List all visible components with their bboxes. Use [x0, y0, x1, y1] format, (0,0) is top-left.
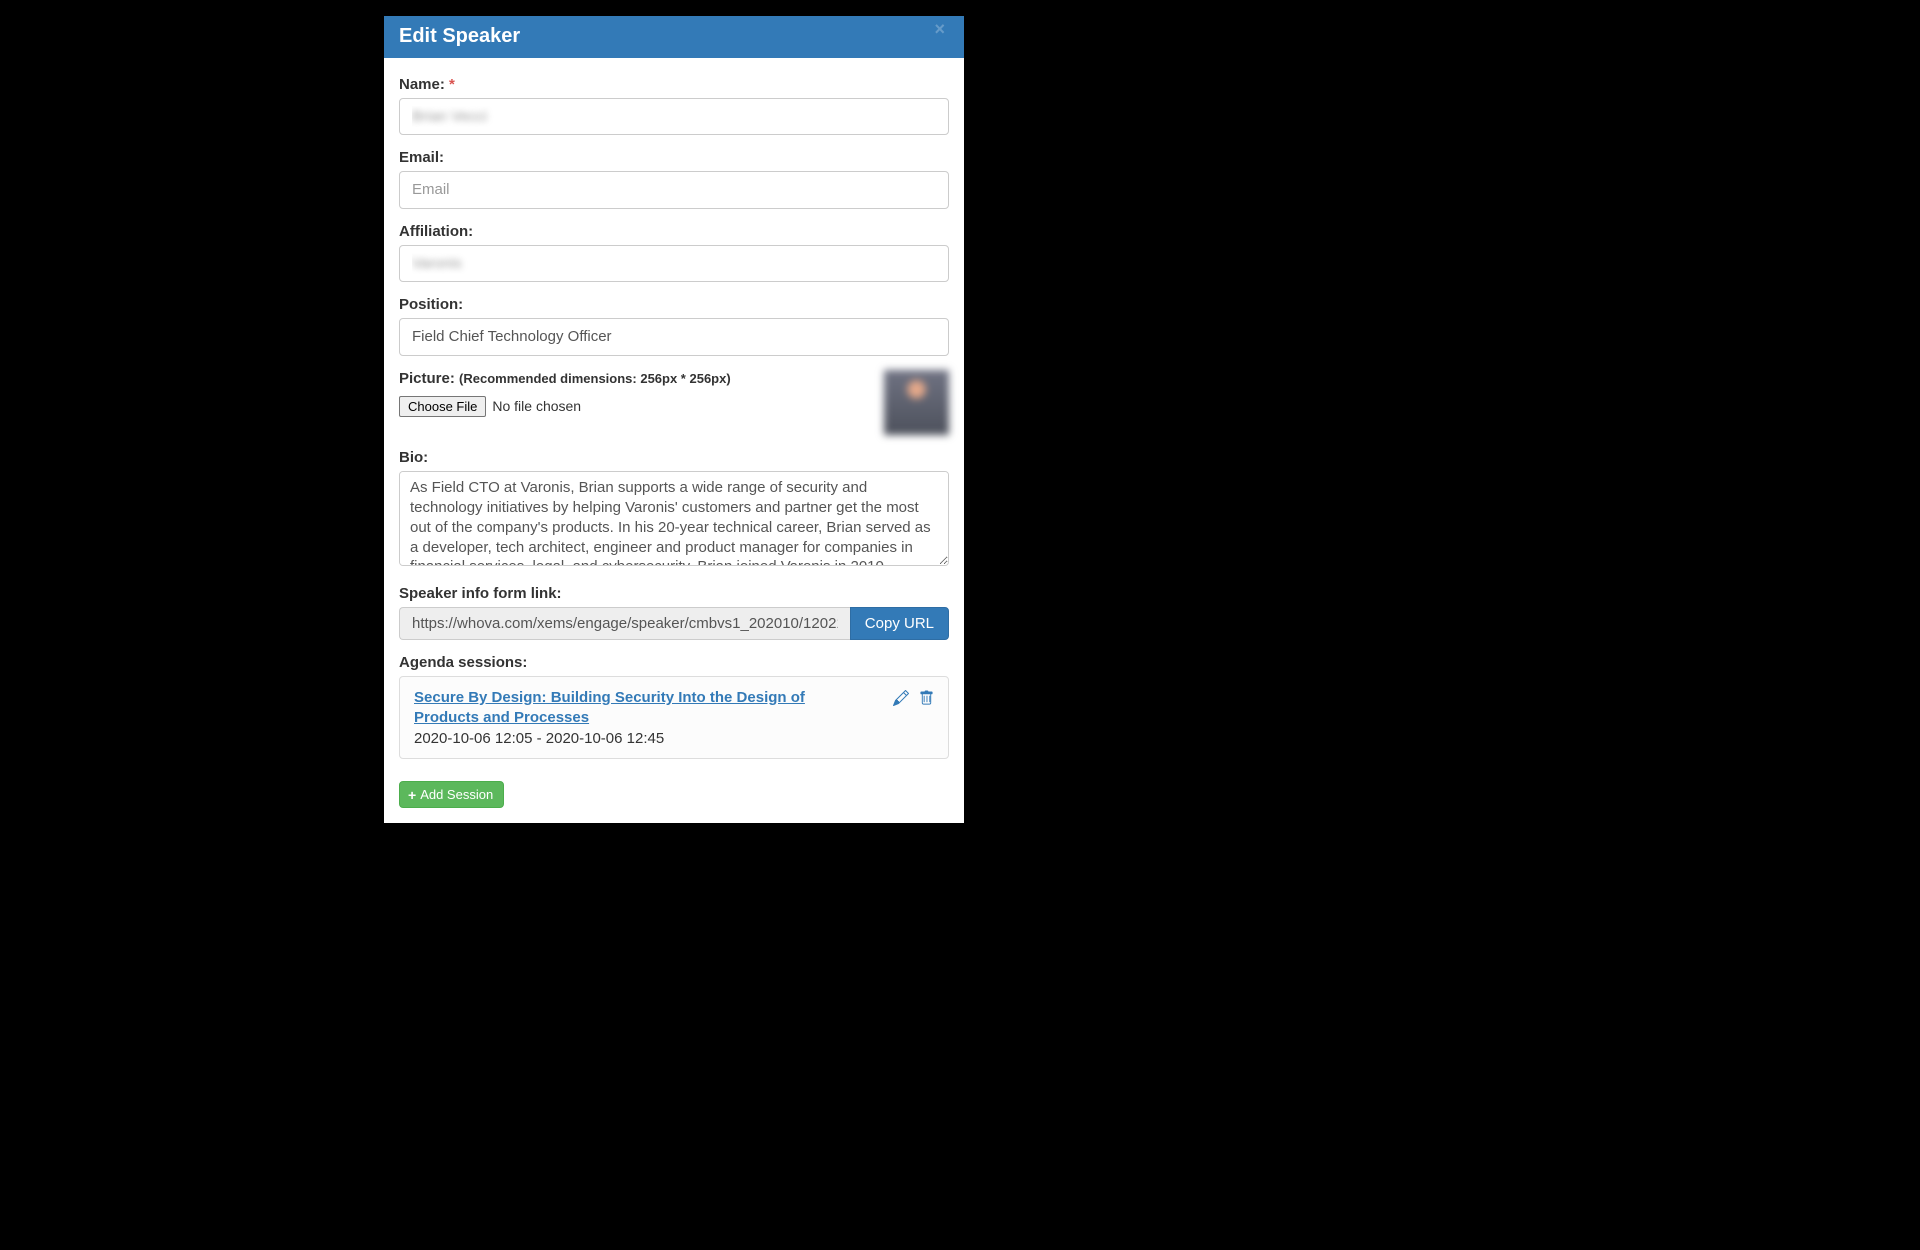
picture-label: Picture: (Recommended dimensions: 256px …: [399, 370, 874, 387]
affiliation-input[interactable]: [399, 245, 949, 282]
required-marker: *: [449, 76, 455, 93]
agenda-sessions-label: Agenda sessions:: [399, 654, 949, 671]
add-session-button[interactable]: + Add Session: [399, 781, 504, 808]
name-label: Name: *: [399, 76, 949, 93]
file-status: No file chosen: [492, 398, 581, 414]
session-card: Secure By Design: Building Security Into…: [399, 676, 949, 760]
copy-url-button[interactable]: Copy URL: [850, 607, 949, 640]
pencil-icon[interactable]: [893, 690, 909, 706]
modal-body: Name: * Email: Affiliation: Position: Pi…: [384, 58, 964, 823]
edit-speaker-modal: Edit Speaker × Name: * Email: Affiliatio…: [384, 16, 964, 823]
affiliation-label: Affiliation:: [399, 223, 949, 240]
modal-header: Edit Speaker ×: [384, 16, 964, 58]
bio-textarea[interactable]: As Field CTO at Varonis, Brian supports …: [399, 471, 949, 566]
name-label-text: Name:: [399, 76, 445, 93]
session-title-link[interactable]: Secure By Design: Building Security Into…: [414, 688, 873, 729]
position-input[interactable]: [399, 318, 949, 355]
session-time: 2020-10-06 12:05 - 2020-10-06 12:45: [414, 730, 873, 747]
email-input[interactable]: [399, 171, 949, 208]
bio-label: Bio:: [399, 449, 949, 466]
name-input[interactable]: [399, 98, 949, 135]
modal-title: Edit Speaker: [399, 25, 520, 48]
close-icon[interactable]: ×: [930, 20, 949, 38]
picture-hint: (Recommended dimensions: 256px * 256px): [459, 371, 731, 386]
email-label: Email:: [399, 149, 949, 166]
picture-label-text: Picture:: [399, 370, 455, 387]
speaker-link-input[interactable]: [399, 607, 850, 640]
speaker-link-label: Speaker info form link:: [399, 585, 949, 602]
trash-icon[interactable]: [919, 690, 934, 706]
position-label: Position:: [399, 296, 949, 313]
choose-file-button[interactable]: Choose File: [399, 396, 486, 417]
plus-icon: +: [408, 788, 416, 802]
speaker-avatar-thumbnail: [884, 370, 949, 435]
add-session-label: Add Session: [420, 787, 493, 802]
